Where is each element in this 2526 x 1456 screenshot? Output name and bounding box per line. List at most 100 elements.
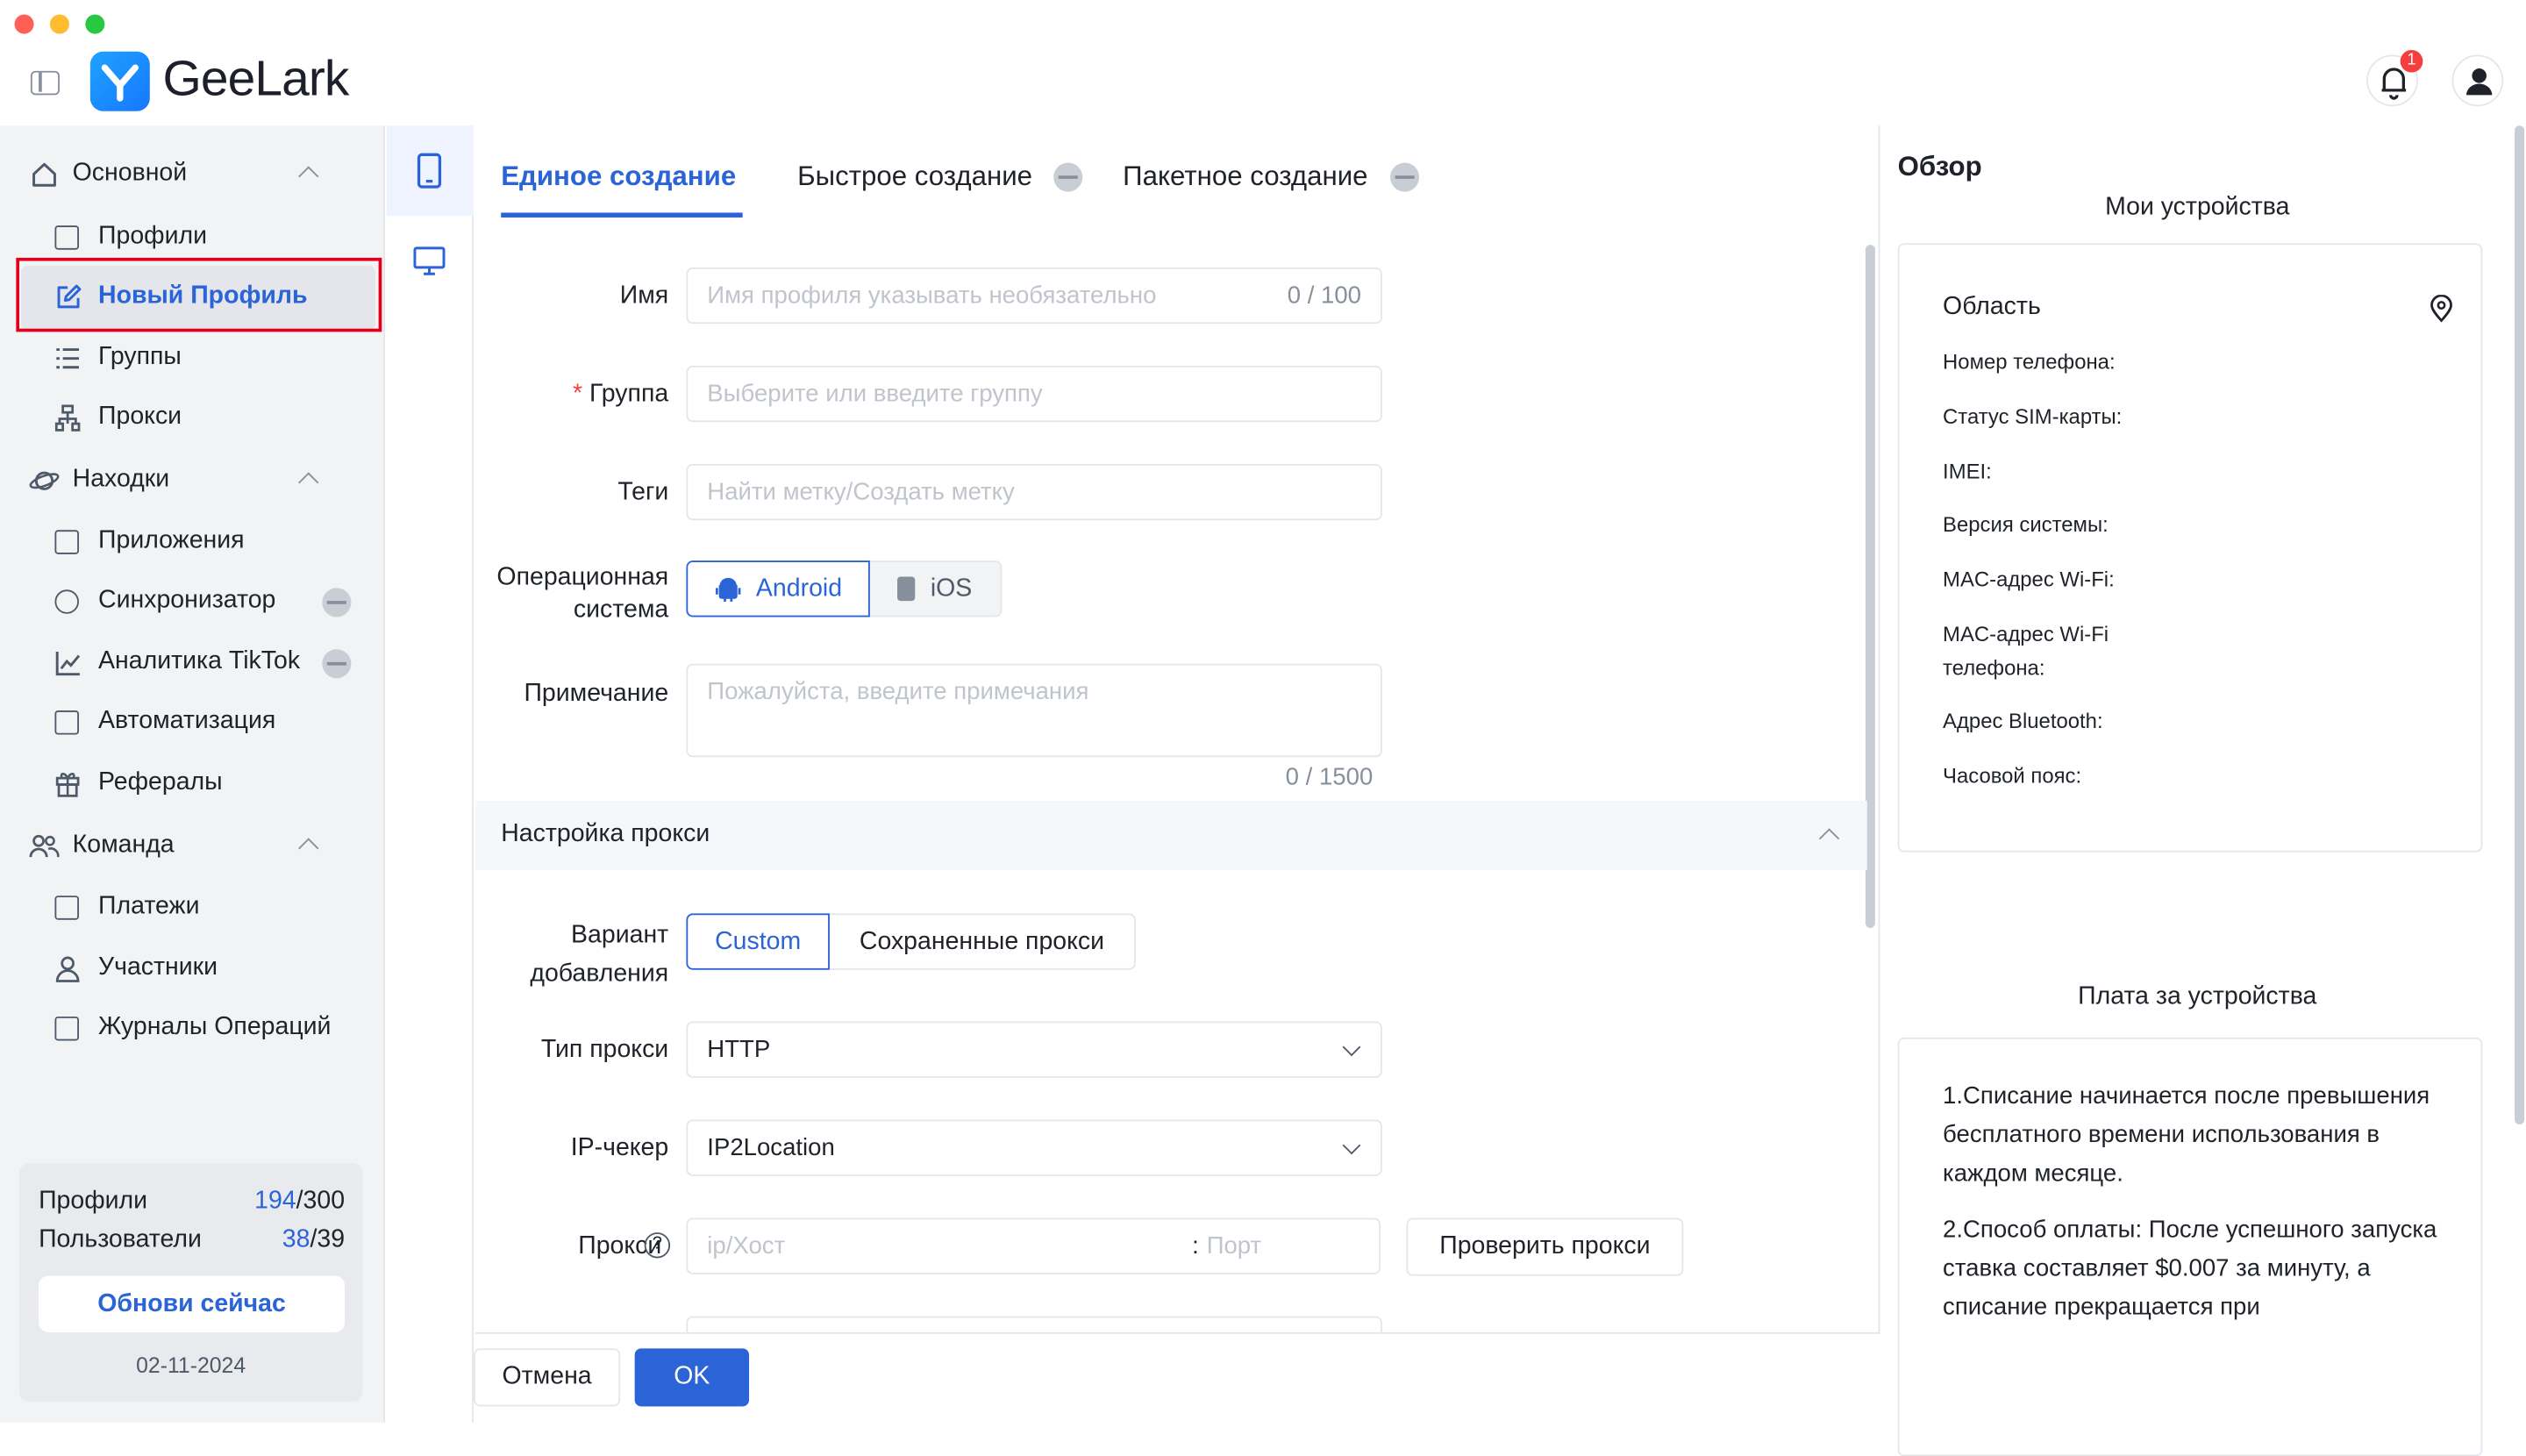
chevron-up-icon[interactable]: [1818, 828, 1840, 849]
apple-icon: [897, 576, 916, 602]
upgrade-now-button[interactable]: Обнови сейчас: [39, 1275, 346, 1332]
overview-panel: Обзор Мои устройства Область Номер телеф…: [1881, 125, 2526, 1456]
help-icon[interactable]: ?: [644, 1232, 671, 1259]
name-input[interactable]: Имя профиля указывать необязательно 0 / …: [686, 267, 1382, 325]
user-icon: [2465, 68, 2493, 96]
profiles-stat-value: 194/300: [254, 1187, 346, 1215]
users-stat-label: Пользователи: [39, 1225, 202, 1253]
chevron-up-icon[interactable]: [298, 472, 319, 493]
proxy-label: Прокси ?: [475, 1231, 671, 1263]
plan-stats-card: Профили 194/300 Пользователи 38/39 Обнов…: [19, 1163, 363, 1402]
check-proxy-button[interactable]: Проверить прокси: [1406, 1217, 1684, 1276]
notification-badge: 1: [2400, 49, 2423, 73]
apps-icon: [54, 530, 79, 554]
proxy-port-input[interactable]: Порт: [1207, 1219, 1261, 1273]
app-brand: GeeLark: [162, 49, 350, 107]
home-icon: [32, 162, 56, 187]
chevron-up-icon[interactable]: [298, 166, 319, 187]
team-icon: [29, 834, 60, 858]
users-stat-value: 38/39: [282, 1225, 346, 1253]
tab-desktop[interactable]: [387, 225, 474, 299]
beta-toggle-icon: [322, 649, 352, 679]
ip-checker-select[interactable]: IP2Location: [686, 1119, 1382, 1176]
sync-icon: [54, 589, 79, 614]
next-field-input[interactable]: [686, 1316, 1382, 1332]
sidebar-section-label: Основной: [72, 159, 188, 188]
system-version-field: Версия системы:: [1943, 512, 2109, 537]
phone-icon: [417, 153, 442, 189]
app-logo-icon: [89, 51, 150, 111]
android-icon: [715, 577, 741, 603]
user-avatar[interactable]: [2451, 54, 2504, 107]
name-label: Имя: [619, 282, 669, 310]
name-counter: 0 / 100: [1287, 282, 1362, 310]
phone-number-field: Номер телефона:: [1943, 349, 2116, 375]
desktop-icon: [413, 246, 446, 275]
close-window-button[interactable]: [14, 14, 34, 34]
group-label: * Группа: [572, 380, 669, 408]
sidebar-section-label: Находки: [72, 465, 170, 494]
device-type-rail: [386, 125, 474, 1423]
member-icon: [55, 956, 80, 982]
variant-saved-button[interactable]: Сохраненные прокси: [828, 913, 1136, 970]
devices-title: Мои устройства: [2105, 193, 2290, 221]
list-icon: [56, 348, 79, 369]
create-profile-form: Единое создание Быстрое создание Пакетно…: [475, 125, 1880, 1334]
proxy-section-header[interactable]: Настройка прокси: [475, 800, 1867, 870]
proxy-host-input[interactable]: ip/Хост : Порт: [686, 1217, 1381, 1274]
robot-icon: [54, 710, 79, 735]
os-android-button[interactable]: Android: [686, 560, 870, 617]
chart-icon: [55, 651, 81, 676]
add-variant-label: Вариант добавления: [530, 921, 669, 988]
group-select[interactable]: Выберите или введите группу: [686, 365, 1382, 423]
timezone-field: Часовой пояс:: [1943, 763, 2082, 789]
note-textarea[interactable]: Пожалуйста, введите примечания: [686, 663, 1382, 758]
note-label: Примечание: [524, 680, 669, 708]
cancel-button[interactable]: Отмена: [473, 1348, 621, 1407]
os-label: Операционная система: [496, 563, 669, 624]
proxy-type-select[interactable]: HTTP: [686, 1021, 1382, 1078]
chevron-down-icon: [1342, 1038, 1361, 1057]
edit-icon: [57, 284, 82, 309]
plan-date: 02-11-2024: [136, 1353, 246, 1378]
tags-input[interactable]: Найти метку/Создать метку: [686, 463, 1382, 521]
tab-batch-create[interactable]: Пакетное создание: [1123, 161, 1367, 194]
overview-title: Обзор: [1897, 151, 1982, 182]
tab-quick-create[interactable]: Быстрое создание: [797, 161, 1032, 194]
fee-note-1: 1.Списание начинается после превышения б…: [1943, 1082, 2430, 1188]
imei-field: IMEI:: [1943, 459, 1992, 484]
profiles-icon: [54, 225, 79, 250]
ok-button[interactable]: OK: [634, 1348, 750, 1407]
sidebar-toggle-icon[interactable]: [30, 70, 60, 96]
tab-phone[interactable]: [386, 125, 474, 217]
location-pin-icon[interactable]: [2430, 295, 2454, 323]
bluetooth-address-field: Адрес Bluetooth:: [1943, 709, 2103, 733]
tags-label: Теги: [617, 478, 669, 506]
gift-icon: [55, 773, 80, 797]
maximize-window-button[interactable]: [85, 14, 105, 34]
sim-status-field: Статус SIM-карты:: [1943, 404, 2123, 429]
os-ios-button[interactable]: iOS: [867, 560, 1003, 617]
sidebar-section-label: Команда: [72, 831, 175, 859]
profiles-stat-label: Профили: [39, 1187, 148, 1215]
network-icon: [54, 404, 81, 432]
overview-scrollbar[interactable]: [2515, 125, 2525, 1125]
minimize-window-button[interactable]: [49, 14, 69, 34]
region-label: Область: [1943, 293, 2041, 321]
sidebar: Основной Профили Новый Профиль Группы Пр…: [0, 125, 385, 1423]
tab-single-create[interactable]: Единое создание: [501, 161, 736, 194]
wifi-mac-field: MAC-адрес Wi-Fi:: [1943, 567, 2115, 592]
proxy-type-label: Тип прокси: [540, 1035, 669, 1064]
document-icon: [54, 1016, 79, 1041]
planet-icon: [29, 471, 60, 490]
chevron-up-icon[interactable]: [298, 838, 319, 859]
variant-custom-button[interactable]: Custom: [686, 913, 830, 970]
device-info-card: Область Номер телефона: Статус SIM-карты…: [1897, 243, 2483, 853]
beta-toggle-icon: [322, 588, 352, 617]
note-counter: 0 / 1500: [1285, 763, 1374, 791]
phone-wifi-mac-field: MAC-адрес Wi-Fi: [1943, 621, 2109, 646]
beta-toggle-icon: [1053, 162, 1083, 192]
active-tab-underline: [501, 212, 743, 218]
fees-title: Плата за устройства: [2078, 982, 2317, 1010]
fees-card: 1.Списание начинается после превышения б…: [1897, 1037, 2483, 1456]
